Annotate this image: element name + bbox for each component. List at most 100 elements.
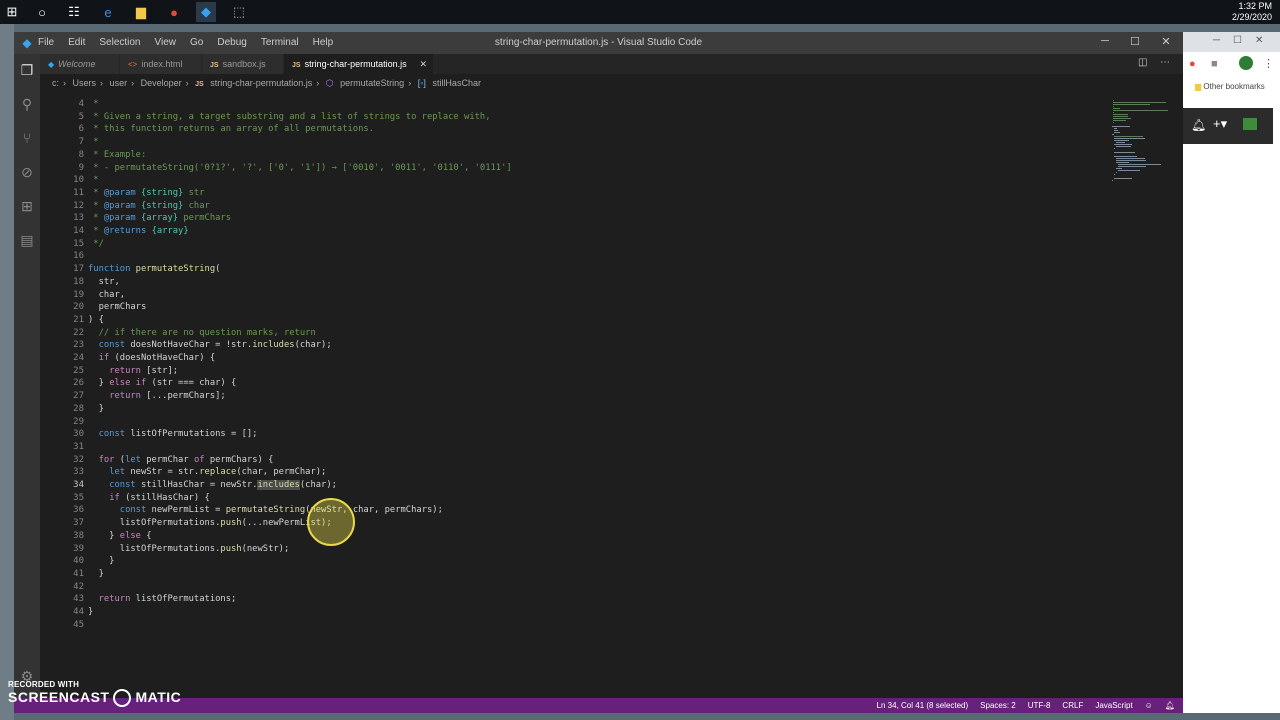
extensions-icon[interactable]: ⊞ <box>17 196 37 216</box>
minimize-button[interactable]: ─ <box>1091 35 1119 51</box>
code-line[interactable]: char, <box>88 289 126 302</box>
menu-go[interactable]: Go <box>190 37 203 48</box>
tab-welcome[interactable]: ◆ Welcome <box>40 54 120 74</box>
menu-debug[interactable]: Debug <box>217 37 246 48</box>
other-bookmarks[interactable]: Other bookmarks <box>1203 82 1264 91</box>
breadcrumb-item[interactable]: permutateString <box>340 78 404 88</box>
code-line[interactable]: ) { <box>88 314 104 327</box>
remote-explorer-icon[interactable]: ▤ <box>17 230 37 250</box>
code-line[interactable]: if (stillHasChar) { <box>88 492 210 505</box>
code-line[interactable]: * this function returns an array of all … <box>88 123 374 136</box>
code-line[interactable]: permChars <box>88 301 147 314</box>
menu-terminal[interactable]: Terminal <box>261 37 299 48</box>
code-line[interactable]: * <box>88 174 98 187</box>
avatar[interactable] <box>1243 118 1257 130</box>
cursor-position[interactable]: Ln 34, Col 41 (8 selected) <box>877 698 969 713</box>
encoding[interactable]: UTF-8 <box>1028 698 1051 713</box>
debug-icon[interactable]: ⊘ <box>17 162 37 182</box>
code-line[interactable]: return listOfPermutations; <box>88 593 237 606</box>
code-line[interactable]: const doesNotHaveChar = !str.includes(ch… <box>88 339 332 352</box>
breadcrumb-item[interactable]: Developer <box>141 78 182 88</box>
bell-icon[interactable]: 🔔︎ <box>1191 118 1206 132</box>
extension-icon[interactable]: ■ <box>1211 58 1218 70</box>
language-mode[interactable]: JavaScript <box>1095 698 1132 713</box>
code-line[interactable]: * Given a string, a target substring and… <box>88 111 490 124</box>
code-line[interactable]: return [...permChars]; <box>88 390 226 403</box>
menu-selection[interactable]: Selection <box>99 37 140 48</box>
plus-icon[interactable]: +▾ <box>1213 116 1227 132</box>
split-editor-icon[interactable]: ◫ <box>1138 57 1147 68</box>
feedback-icon[interactable]: ☺ <box>1145 698 1153 713</box>
task-view-icon[interactable]: ☷ <box>64 2 84 22</box>
code-line[interactable]: const listOfPermutations = []; <box>88 428 258 441</box>
more-actions-icon[interactable]: ⋯ <box>1160 57 1170 68</box>
breadcrumb-item[interactable]: Users <box>73 78 97 88</box>
menu-edit[interactable]: Edit <box>68 37 85 48</box>
notifications-bell-icon[interactable]: 🔔︎ <box>1165 698 1175 713</box>
code-line[interactable]: function permutateString( <box>88 263 220 276</box>
code-line[interactable]: * - permutateString('0?1?', '?', ['0', '… <box>88 162 511 175</box>
code-line[interactable]: * <box>88 98 98 111</box>
breadcrumb-item[interactable]: c: <box>52 78 59 88</box>
minimize-button[interactable]: ─ <box>1213 35 1220 46</box>
line-number: 32 <box>73 454 84 465</box>
menu-help[interactable]: Help <box>313 37 334 48</box>
tab-index-html[interactable]: <> index.html <box>120 54 202 74</box>
windows-start-icon[interactable]: ⊞ <box>2 2 22 22</box>
close-window-button[interactable]: ✕ <box>1255 35 1263 46</box>
edge-icon[interactable]: e <box>98 2 118 22</box>
minimap[interactable] <box>1098 94 1183 194</box>
vscode-taskbar-icon[interactable]: ◆ <box>196 2 216 22</box>
close-tab-icon[interactable]: ✕ <box>419 54 427 74</box>
source-control-icon[interactable]: ⑂ <box>17 128 37 148</box>
extension-icon[interactable]: ● <box>1189 58 1196 70</box>
code-line[interactable]: for (let permChar of permChars) { <box>88 454 274 467</box>
avatar[interactable] <box>1239 56 1253 70</box>
code-line[interactable]: const stillHasChar = newStr.includes(cha… <box>88 479 337 492</box>
code-line[interactable]: let newStr = str.replace(char, permChar)… <box>88 466 326 479</box>
code-line[interactable]: } else { <box>88 530 151 543</box>
snipping-tool-icon[interactable]: ⬚ <box>229 2 249 22</box>
menu-view[interactable]: View <box>155 37 177 48</box>
indentation[interactable]: Spaces: 2 <box>980 698 1016 713</box>
tab-sandbox-js[interactable]: JS sandbox.js <box>202 54 284 74</box>
code-line[interactable]: } <box>88 555 114 568</box>
minimap-line <box>1112 134 1114 135</box>
code-line[interactable]: const newPermList = permutateString(newS… <box>88 504 443 517</box>
code-line[interactable]: * @param {string} str <box>88 187 204 200</box>
explorer-icon[interactable]: ❐ <box>17 60 37 80</box>
file-explorer-icon[interactable]: ▆ <box>131 2 151 22</box>
menu-file[interactable]: File <box>38 37 54 48</box>
search-icon[interactable]: ○ <box>32 2 52 22</box>
code-line[interactable]: return [str]; <box>88 365 178 378</box>
code-line[interactable]: * @param {array} permChars <box>88 212 231 225</box>
code-line[interactable]: * @returns {array} <box>88 225 188 238</box>
code-line[interactable]: * <box>88 136 98 149</box>
code-editor[interactable]: * * Given a string, a target substring a… <box>88 94 1098 669</box>
maximize-button[interactable]: ☐ <box>1121 35 1149 51</box>
code-line[interactable]: * Example: <box>88 149 146 162</box>
close-window-button[interactable]: ✕ <box>1152 35 1180 51</box>
code-line[interactable]: listOfPermutations.push(newStr); <box>88 543 290 556</box>
code-line[interactable]: } else if (str === char) { <box>88 377 237 390</box>
line-endings[interactable]: CRLF <box>1062 698 1083 713</box>
chrome-icon[interactable]: ● <box>164 2 184 22</box>
breadcrumb-item[interactable]: stillHasChar <box>432 78 481 88</box>
code-line[interactable]: listOfPermutations.push(...newPermList); <box>88 517 332 530</box>
breadcrumb-item[interactable]: string-char-permutation.js <box>210 78 312 88</box>
code-line[interactable]: } <box>88 568 104 581</box>
taskbar-clock[interactable]: 1:32 PM 2/29/2020 <box>1232 1 1272 23</box>
search-view-icon[interactable]: ⚲ <box>17 94 37 114</box>
code-line[interactable]: * @param {string} char <box>88 200 210 213</box>
code-line[interactable]: } <box>88 606 93 619</box>
code-line[interactable]: str, <box>88 276 120 289</box>
maximize-button[interactable]: ☐ <box>1233 35 1242 46</box>
code-line[interactable]: if (doesNotHaveChar) { <box>88 352 216 365</box>
tab-string-char-permutation-js[interactable]: JS string-char-permutation.js ✕ <box>284 54 434 74</box>
editor-scrollbar[interactable] <box>1172 94 1182 694</box>
code-line[interactable]: } <box>88 403 104 416</box>
menu-dots-icon[interactable]: ⋮ <box>1263 57 1274 70</box>
code-line[interactable]: */ <box>88 238 104 251</box>
breadcrumb-item[interactable]: user <box>110 78 128 88</box>
code-line[interactable]: // if there are no question marks, retur… <box>88 327 316 340</box>
